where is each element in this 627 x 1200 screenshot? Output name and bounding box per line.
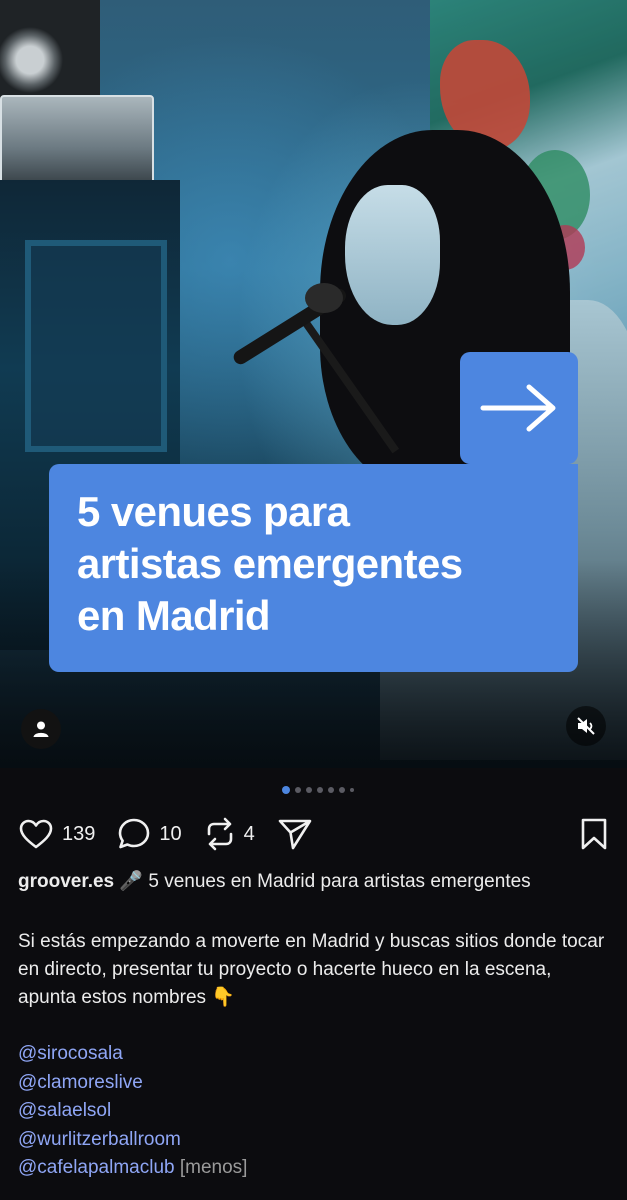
mention-link[interactable]: @cafelapalmaclub xyxy=(18,1157,175,1178)
comment-count: 10 xyxy=(159,822,182,845)
title-line: artistas emergentes xyxy=(77,540,463,587)
mentions-list: @sirocosala @clamoreslive @salaelsol @wu… xyxy=(18,1040,247,1183)
repost-button[interactable]: 4 xyxy=(204,817,255,851)
equipment-case xyxy=(0,95,154,184)
carousel-indicator xyxy=(282,786,354,794)
mention-link[interactable]: @sirocosala xyxy=(18,1040,247,1069)
pointing-down-emoji: 👇 xyxy=(211,987,235,1008)
user-icon xyxy=(33,721,49,737)
mute-icon xyxy=(577,717,595,735)
title-line: en Madrid xyxy=(77,592,271,639)
repost-icon xyxy=(207,817,232,851)
save-button[interactable] xyxy=(579,817,609,851)
mention-link[interactable]: @clamoreslive xyxy=(18,1069,247,1098)
title-card: 5 venues para artistas emergentes en Mad… xyxy=(49,464,578,672)
action-bar: 139 10 4 xyxy=(18,813,609,855)
mention-link[interactable]: @wurlitzerballroom xyxy=(18,1126,247,1155)
bookmark-icon xyxy=(581,818,607,850)
comment-icon xyxy=(119,818,150,849)
carousel-dot xyxy=(350,788,354,792)
caption-body-text: Si estás empezando a moverte en Madrid y… xyxy=(18,931,605,1008)
carousel-dot xyxy=(328,787,334,793)
mute-button[interactable] xyxy=(566,706,606,746)
heart-icon xyxy=(19,819,53,849)
arrow-card xyxy=(460,352,578,464)
music-stand xyxy=(25,240,167,452)
mention-link[interactable]: @salaelsol xyxy=(18,1097,247,1126)
share-icon xyxy=(278,819,312,850)
tagged-users-button[interactable] xyxy=(21,709,61,749)
like-count: 139 xyxy=(62,822,96,845)
repost-count: 4 xyxy=(243,822,255,845)
comment-button[interactable]: 10 xyxy=(117,817,182,851)
singer-face xyxy=(345,185,440,325)
carousel-dot xyxy=(317,787,323,793)
less-toggle[interactable]: [menos] xyxy=(180,1157,248,1178)
title-line: 5 venues para xyxy=(77,488,350,535)
microphone-head xyxy=(305,283,343,313)
mention-row: @cafelapalmaclub [menos] xyxy=(18,1154,247,1183)
caption-body: Si estás empezando a moverte en Madrid y… xyxy=(18,928,608,1012)
carousel-dot xyxy=(282,786,290,794)
post-media[interactable]: 5 venues para artistas emergentes en Mad… xyxy=(0,0,627,768)
carousel-dot xyxy=(295,787,301,793)
speaker xyxy=(0,0,100,110)
caption-headline: 5 venues en Madrid para artistas emergen… xyxy=(148,871,531,892)
share-button[interactable] xyxy=(277,817,313,851)
carousel-dot xyxy=(339,787,345,793)
post-caption-headline: groover.es 🎤 5 venues en Madrid para art… xyxy=(18,868,613,896)
author-username[interactable]: groover.es xyxy=(18,871,114,892)
microphone-emoji: 🎤 xyxy=(119,871,144,892)
carousel-dot xyxy=(306,787,312,793)
arrow-right-icon xyxy=(480,384,556,432)
like-button[interactable]: 139 xyxy=(18,818,95,850)
